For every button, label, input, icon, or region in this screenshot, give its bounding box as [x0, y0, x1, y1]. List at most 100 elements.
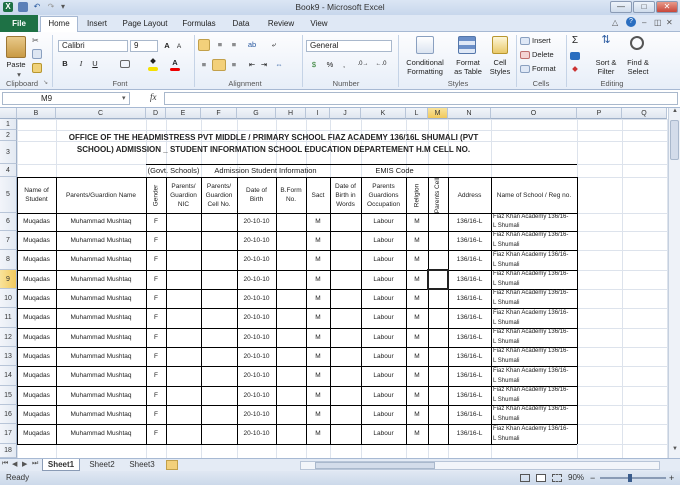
minimize-button[interactable]: — — [610, 1, 632, 13]
cell-dob[interactable]: 20-10-10 — [237, 405, 276, 424]
cell-gender[interactable]: F — [146, 231, 166, 250]
formula-input[interactable] — [164, 92, 678, 105]
cell-gender[interactable]: F — [146, 213, 166, 231]
page-break-view-icon[interactable] — [552, 474, 562, 482]
help-icon[interactable]: ? — [626, 17, 636, 27]
select-all-corner[interactable] — [0, 108, 17, 119]
tab-insert[interactable]: Insert — [80, 17, 114, 31]
row-header-14[interactable]: 14 — [0, 366, 17, 386]
first-sheet-icon[interactable]: ⏮ — [2, 460, 8, 468]
cell-name[interactable]: Muqadas — [17, 250, 56, 270]
row-header-1[interactable]: 1 — [0, 119, 17, 130]
cut-icon[interactable]: ✂ — [32, 36, 42, 45]
cell-school-name[interactable]: Fiaz Khan Academy 136/16- L Shumali — [493, 270, 576, 289]
insert-cells-icon[interactable] — [520, 37, 530, 45]
cell-dob[interactable]: 20-10-10 — [237, 213, 276, 231]
close-button[interactable]: ✕ — [656, 1, 678, 13]
cell-occupation[interactable]: Labour — [361, 328, 406, 347]
decrease-indent-icon[interactable]: ⇤ — [246, 60, 258, 69]
cell-occupation[interactable]: Labour — [361, 250, 406, 270]
italic-button[interactable]: I — [76, 59, 86, 68]
align-center-icon[interactable] — [212, 59, 226, 71]
tab-review[interactable]: Review — [262, 17, 300, 31]
cell-school-name[interactable]: Fiaz Khan Academy 136/16- L Shumali — [493, 213, 576, 231]
cell-address[interactable]: 136/16-L — [448, 250, 491, 270]
align-right-icon[interactable]: ≡ — [228, 60, 240, 69]
percent-button[interactable]: % — [324, 60, 336, 69]
horizontal-scroll-thumb[interactable] — [315, 462, 435, 469]
tab-view[interactable]: View — [304, 17, 334, 31]
conditional-formatting-icon[interactable] — [416, 36, 434, 54]
cell-gender[interactable]: F — [146, 289, 166, 308]
cell-address[interactable]: 136/16-L — [448, 366, 491, 386]
cell-parent[interactable]: Muhammad Mushtaq — [56, 289, 146, 308]
cell-sact[interactable]: M — [306, 250, 330, 270]
cell-sact[interactable]: M — [306, 270, 330, 289]
cell-occupation[interactable]: Labour — [361, 366, 406, 386]
cell-occupation[interactable]: Labour — [361, 308, 406, 328]
column-header-j[interactable]: J — [330, 108, 361, 119]
fill-bucket-icon[interactable]: ◆ — [148, 56, 158, 65]
cell-name[interactable]: Muqadas — [17, 328, 56, 347]
cell-name[interactable]: Muqadas — [17, 231, 56, 250]
column-header-b[interactable]: B — [17, 108, 56, 119]
row-header-16[interactable]: 16 — [0, 405, 17, 424]
cell-occupation[interactable]: Labour — [361, 289, 406, 308]
cell-parent[interactable]: Muhammad Mushtaq — [56, 270, 146, 289]
row-header-12[interactable]: 12 — [0, 328, 17, 347]
cell-religion[interactable]: M — [406, 386, 428, 405]
row-header-3[interactable]: 3 — [0, 141, 17, 164]
borders-icon[interactable] — [120, 60, 130, 68]
cell-parent[interactable]: Muhammad Mushtaq — [56, 366, 146, 386]
grow-font-icon[interactable]: A — [162, 41, 172, 50]
name-box-dropdown-icon[interactable]: ▾ — [122, 94, 126, 102]
row-header-18[interactable]: 18 — [0, 444, 17, 458]
cell-address[interactable]: 136/16-L — [448, 328, 491, 347]
cell-religion[interactable]: M — [406, 347, 428, 366]
format-as-table-icon[interactable] — [458, 36, 476, 54]
cell-sact[interactable]: M — [306, 308, 330, 328]
row-header-6[interactable]: 6 — [0, 213, 17, 231]
cell-address[interactable]: 136/16-L — [448, 424, 491, 444]
cell-name[interactable]: Muqadas — [17, 213, 56, 231]
cell-name[interactable]: Muqadas — [17, 289, 56, 308]
find-select-line1[interactable]: Find & — [622, 58, 654, 67]
row-header-17[interactable]: 17 — [0, 424, 17, 444]
cell-school-name[interactable]: Fiaz Khan Academy 136/16- L Shumali — [493, 308, 576, 328]
cell-occupation[interactable]: Labour — [361, 386, 406, 405]
insert-button[interactable]: Insert — [532, 36, 562, 45]
name-box[interactable]: M9 — [2, 92, 130, 105]
cell-address[interactable]: 136/16-L — [448, 347, 491, 366]
scroll-up-icon[interactable]: ▲ — [670, 108, 680, 118]
cell-school-name[interactable]: Fiaz Khan Academy 136/16- L Shumali — [493, 366, 576, 386]
paste-icon[interactable] — [6, 36, 26, 58]
tab-home[interactable]: Home — [40, 16, 78, 32]
cell-gender[interactable]: F — [146, 308, 166, 328]
cell-school-name[interactable]: Fiaz Khan Academy 136/16- L Shumali — [493, 405, 576, 424]
conditional-formatting-line2[interactable]: Formatting — [400, 67, 450, 76]
row-header-4[interactable]: 4 — [0, 164, 17, 177]
align-top-icon[interactable] — [198, 39, 210, 51]
cell-religion[interactable]: M — [406, 270, 428, 289]
cell-address[interactable]: 136/16-L — [448, 289, 491, 308]
workbook-restore-icon[interactable]: ◫ — [654, 18, 664, 28]
normal-view-icon[interactable] — [520, 474, 530, 482]
bold-button[interactable]: B — [60, 59, 70, 68]
row-header-9[interactable]: 9 — [0, 270, 17, 289]
cell-gender[interactable]: F — [146, 424, 166, 444]
tab-formulas[interactable]: Formulas — [176, 17, 222, 31]
row-header-2[interactable]: 2 — [0, 130, 17, 141]
cell-religion[interactable]: M — [406, 366, 428, 386]
column-header-p[interactable]: P — [577, 108, 622, 119]
find-select-icon[interactable] — [630, 36, 644, 50]
cell-sact[interactable]: M — [306, 405, 330, 424]
column-header-o[interactable]: O — [491, 108, 577, 119]
column-header-d[interactable]: D — [146, 108, 166, 119]
cell-gender[interactable]: F — [146, 405, 166, 424]
currency-button[interactable]: $ — [308, 60, 320, 69]
last-sheet-icon[interactable]: ⏭ — [32, 460, 38, 468]
cell-parent[interactable]: Muhammad Mushtaq — [56, 231, 146, 250]
worksheet-grid[interactable]: B C D E F G H I J K L M N O P Q 1 2 3 4 5 6 7 8 9 10 11 12 13 14 15 16 1… — [0, 108, 668, 458]
cell-parent[interactable]: Muhammad Mushtaq — [56, 347, 146, 366]
cell-school-name[interactable]: Fiaz Khan Academy 136/16- L Shumali — [493, 347, 576, 366]
